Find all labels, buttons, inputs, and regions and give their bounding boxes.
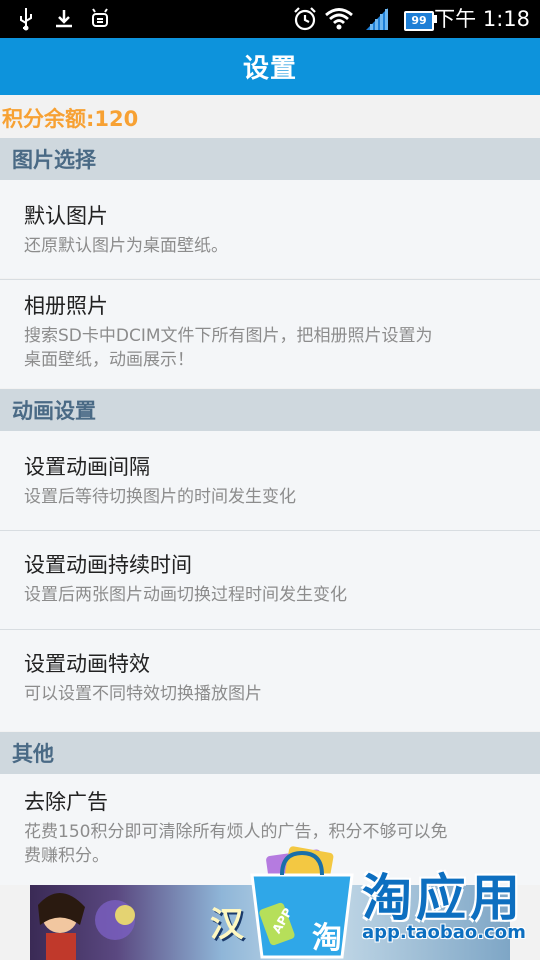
item-title: 设置动画特效 xyxy=(24,652,150,676)
section-title: 其他 xyxy=(12,742,54,766)
item-desc: 还原默认图片为桌面壁纸。 xyxy=(24,236,228,256)
points-balance: 积分余额:120 xyxy=(2,107,139,131)
section-header-image-selection: 图片选择 xyxy=(0,138,540,180)
shopping-bag-icon[interactable]: APP 淘 xyxy=(242,845,362,960)
item-title: 去除广告 xyxy=(24,790,108,814)
setting-item-animation-duration[interactable]: 设置动画持续时间 设置后两张图片动画切换过程时间发生变化 xyxy=(0,531,540,629)
item-title: 设置动画间隔 xyxy=(24,455,150,479)
item-title: 相册照片 xyxy=(24,294,108,318)
usb-icon xyxy=(20,8,32,31)
taobao-url: app.taobao.com xyxy=(362,922,526,943)
android-debug-icon xyxy=(92,8,108,27)
item-desc-line: 花费150积分即可清除所有烦人的广告，积分不够可以免 xyxy=(24,822,448,842)
title-bar: 设置 xyxy=(0,38,540,95)
page-title: 设置 xyxy=(242,54,297,84)
clock: 下午 1:18 xyxy=(434,7,530,31)
item-desc: 搜索SD卡中DCIM文件下所有图片，把相册照片设置为 桌面壁纸，动画展示！ xyxy=(24,324,510,372)
item-title: 默认图片 xyxy=(24,204,108,228)
alarm-icon xyxy=(294,7,316,31)
bag-char: 淘 xyxy=(312,921,342,956)
setting-item-album-photos[interactable]: 相册照片 搜索SD卡中DCIM文件下所有图片，把相册照片设置为 桌面壁纸，动画展… xyxy=(0,280,540,388)
game-character-illustration xyxy=(38,892,135,960)
section-header-animation-settings: 动画设置 xyxy=(0,389,540,431)
battery-icon: 99 xyxy=(404,11,434,31)
status-bar: 99 下午 1:18 xyxy=(0,0,540,38)
section-title: 动画设置 xyxy=(12,399,96,423)
item-desc: 设置后等待切换图片的时间发生变化 xyxy=(24,487,296,507)
setting-item-animation-interval[interactable]: 设置动画间隔 设置后等待切换图片的时间发生变化 xyxy=(0,431,540,530)
item-desc-line: 搜索SD卡中DCIM文件下所有图片，把相册照片设置为 xyxy=(24,326,433,346)
setting-item-default-image[interactable]: 默认图片 还原默认图片为桌面壁纸。 xyxy=(0,180,540,278)
section-title: 图片选择 xyxy=(12,148,96,172)
taobao-app-logo: 淘应用 xyxy=(362,869,524,927)
item-title: 设置动画持续时间 xyxy=(24,553,192,577)
item-desc: 可以设置不同特效切换播放图片 xyxy=(24,684,262,704)
setting-item-animation-effect[interactable]: 设置动画特效 可以设置不同特效切换播放图片 xyxy=(0,630,540,731)
game-title-text: 汉 xyxy=(210,905,244,945)
item-desc-line: 桌面壁纸，动画展示！ xyxy=(24,350,194,370)
item-desc: 设置后两张图片动画切换过程时间发生变化 xyxy=(24,585,347,605)
section-header-other: 其他 xyxy=(0,732,540,774)
download-icon xyxy=(56,10,72,28)
signal-icon xyxy=(366,8,388,30)
wifi-icon xyxy=(325,8,353,30)
battery-level: 99 xyxy=(411,14,427,27)
